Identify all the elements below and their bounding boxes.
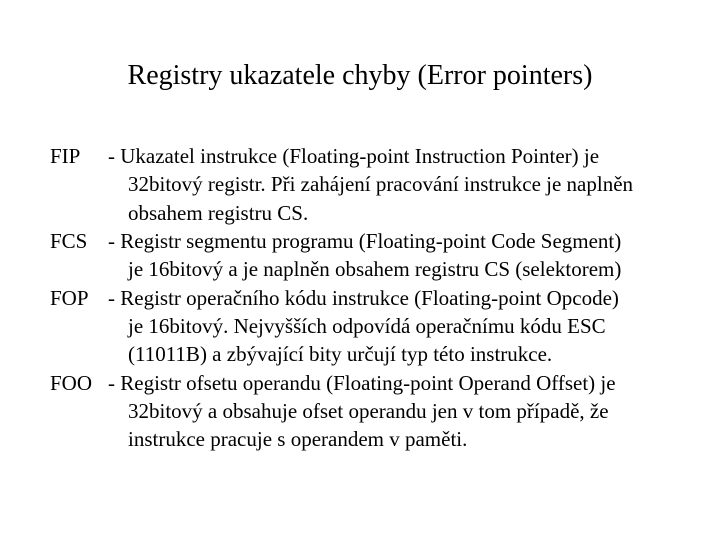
entry-first-line: FOP - Registr operačního kódu instrukce … [50, 284, 670, 312]
register-desc-line: - Registr segmentu programu (Floating-po… [108, 227, 670, 255]
slide-title: Registry ukazatele chyby (Error pointers… [50, 60, 670, 92]
register-name: FOO [50, 369, 108, 397]
entry-first-line: FOO - Registr ofsetu operandu (Floating-… [50, 369, 670, 397]
register-entry: FOO - Registr ofsetu operandu (Floating-… [50, 369, 670, 454]
register-desc-line: obsahem registru CS. [50, 199, 670, 227]
register-desc-line: - Registr ofsetu operandu (Floating-poin… [108, 369, 670, 397]
register-entry: FIP - Ukazatel instrukce (Floating-point… [50, 142, 670, 227]
entry-first-line: FIP - Ukazatel instrukce (Floating-point… [50, 142, 670, 170]
register-name: FIP [50, 142, 108, 170]
register-desc-line: je 16bitový. Nejvyšších odpovídá operačn… [50, 312, 670, 340]
slide: Registry ukazatele chyby (Error pointers… [0, 0, 720, 494]
register-desc-line: instrukce pracuje s operandem v paměti. [50, 425, 670, 453]
register-entry: FOP - Registr operačního kódu instrukce … [50, 284, 670, 369]
register-desc-line: - Registr operačního kódu instrukce (Flo… [108, 284, 670, 312]
register-desc-line: 32bitový registr. Při zahájení pracování… [50, 170, 670, 198]
register-desc-line: - Ukazatel instrukce (Floating-point Ins… [108, 142, 670, 170]
register-entry: FCS - Registr segmentu programu (Floatin… [50, 227, 670, 284]
register-name: FCS [50, 227, 108, 255]
register-desc-line: (11011B) a zbývající bity určují typ tét… [50, 340, 670, 368]
register-desc-line: 32bitový a obsahuje ofset operandu jen v… [50, 397, 670, 425]
register-desc-line: je 16bitový a je naplněn obsahem registr… [50, 255, 670, 283]
register-name: FOP [50, 284, 108, 312]
entry-first-line: FCS - Registr segmentu programu (Floatin… [50, 227, 670, 255]
